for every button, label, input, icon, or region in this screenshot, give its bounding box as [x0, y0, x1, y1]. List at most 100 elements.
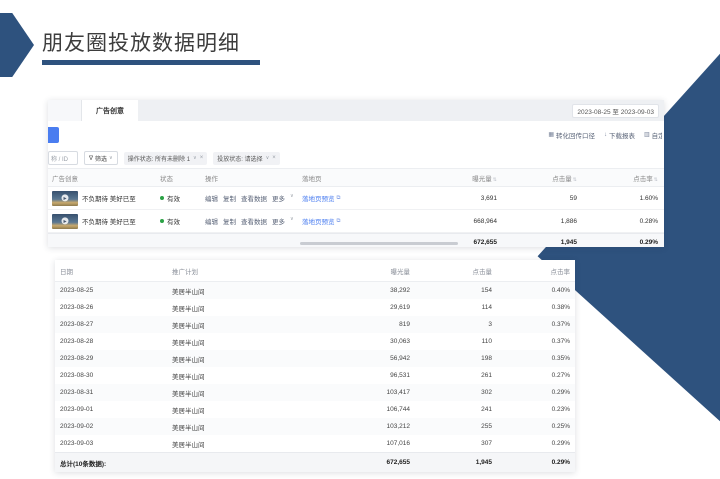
close-icon[interactable]: × [272, 155, 276, 161]
filter-tags: 操作状态: 所有未删除 1∨× 投放状态: 请选择∨× [124, 152, 280, 165]
op-more-link[interactable]: 更多 [272, 193, 285, 203]
exposure-cell: 103,417 [300, 389, 410, 396]
daily-total-exposure: 672,655 [300, 459, 410, 466]
ctr-cell: 0.37% [492, 338, 570, 345]
custom-columns-label: 自定 [652, 130, 662, 140]
tab-bar: 广告创意 2023-08-25 至 2023-09-03 [48, 100, 664, 121]
operations-cell: 编辑复制查看数据更多 ∨ [205, 193, 302, 203]
plan-cell: 美居半山间 [172, 354, 300, 364]
chevron-down-icon: ∨ [290, 193, 294, 203]
tab-stub[interactable] [48, 100, 82, 121]
tab-bar-fill: 2023-08-25 至 2023-09-03 [138, 100, 664, 121]
daily-data-panel: 日期推广计划曝光量点击量点击率 2023-08-25美居半山间38,292154… [55, 260, 575, 472]
op-view-data-link[interactable]: 查看数据 [241, 193, 267, 203]
status-cell: 有效 [160, 193, 205, 203]
status-label: 有效 [167, 193, 180, 203]
plan-cell: 美居半山间 [172, 371, 300, 381]
creative-cell: ▶不负期待 美好已至 [52, 214, 160, 229]
conversion-caliber-label: 转化回传口径 [556, 130, 595, 140]
chevron-down-icon: ∨ [109, 155, 113, 161]
daily-total-clicks: 1,945 [410, 459, 492, 466]
search-input[interactable]: 称 / ID [48, 151, 78, 165]
daily-table-body: 2023-08-25美居半山间38,2921540.40%2023-08-26美… [55, 282, 575, 452]
date-cell: 2023-08-30 [60, 372, 172, 379]
column-header-label: 操作 [205, 176, 218, 183]
column-header[interactable]: 曝光量⇅ [402, 173, 497, 183]
ctr-cell: 0.28% [577, 218, 658, 225]
exposure-cell: 107,016 [300, 440, 410, 447]
columns-icon: ▥ [644, 131, 650, 138]
tab-ad-creative[interactable]: 广告创意 [82, 100, 138, 121]
op-copy-link[interactable]: 复制 [223, 216, 236, 226]
table-row: 2023-08-29美居半山间56,9421980.35% [55, 350, 575, 367]
clicks-cell: 110 [410, 338, 492, 345]
column-header[interactable]: 落地页 [302, 173, 402, 183]
column-header-label: 点击量 [552, 176, 572, 183]
clicks-cell: 59 [497, 195, 577, 202]
clicks-cell: 302 [410, 389, 492, 396]
plan-cell: 美居半山间 [172, 303, 300, 313]
landing-page-link[interactable]: 落地页预览 [302, 193, 335, 203]
table-row: 2023-08-27美居半山间81930.37% [55, 316, 575, 333]
plan-cell: 美居半山间 [172, 320, 300, 330]
download-report-label: 下载报表 [609, 130, 635, 140]
op-edit-link[interactable]: 编辑 [205, 216, 218, 226]
filter-button[interactable]: ∇ 筛选 ∨ [84, 151, 118, 165]
date-cell: 2023-09-03 [60, 440, 172, 447]
sort-icon[interactable]: ⇅ [654, 177, 658, 183]
operations-cell: 编辑复制查看数据更多 ∨ [205, 216, 302, 226]
filter-tag[interactable]: 投放状态: 请选择∨× [213, 152, 280, 165]
chevron-down-icon: ∨ [193, 155, 197, 161]
column-header: 日期 [60, 266, 172, 276]
column-header-label: 广告创意 [52, 176, 78, 183]
ctr-cell: 0.23% [492, 406, 570, 413]
date-cell: 2023-09-02 [60, 423, 172, 430]
column-header-label: 曝光量 [472, 176, 492, 183]
clicks-cell: 154 [410, 287, 492, 294]
column-header[interactable]: 广告创意 [52, 173, 160, 183]
landing-page-link[interactable]: 落地页预览 [302, 216, 335, 226]
op-copy-link[interactable]: 复制 [223, 193, 236, 203]
conversion-caliber-button[interactable]: ▦ 转化回传口径 [548, 130, 595, 140]
ctr-cell: 0.29% [492, 440, 570, 447]
op-view-data-link[interactable]: 查看数据 [241, 216, 267, 226]
column-header[interactable]: 点击量⇅ [497, 173, 577, 183]
horizontal-scrollbar[interactable] [300, 242, 458, 245]
daily-table-total-row: 总计(10条数据): 672,655 1,945 0.29% [55, 452, 575, 472]
ctr-cell: 1.60% [577, 195, 658, 202]
status-dot [160, 219, 164, 223]
column-header[interactable]: 操作 [205, 173, 302, 183]
landing-page-cell: 落地页预览⧉ [302, 193, 402, 203]
op-more-link[interactable]: 更多 [272, 216, 285, 226]
date-range-picker[interactable]: 2023-08-25 至 2023-09-03 [572, 104, 659, 118]
grid-icon: ▦ [548, 131, 554, 138]
column-header[interactable]: 状态 [160, 173, 205, 183]
custom-columns-button[interactable]: ▥ 自定 [644, 130, 662, 140]
plan-cell: 美居半山间 [172, 405, 300, 415]
status-label: 有效 [167, 216, 180, 226]
exposure-cell: 103,212 [300, 423, 410, 430]
op-edit-link[interactable]: 编辑 [205, 193, 218, 203]
download-report-button[interactable]: ↓ 下载报表 [604, 130, 635, 140]
creative-thumbnail[interactable]: ▶ [52, 191, 78, 206]
close-icon[interactable]: × [200, 155, 204, 161]
filter-tag[interactable]: 操作状态: 所有未删除 1∨× [124, 152, 208, 165]
date-cell: 2023-08-31 [60, 389, 172, 396]
table-row: 2023-09-01美居半山间106,7442410.23% [55, 401, 575, 418]
new-button[interactable] [48, 127, 59, 143]
date-cell: 2023-08-27 [60, 321, 172, 328]
ad-table-body: ▶不负期待 美好已至有效编辑复制查看数据更多∨落地页预览⧉3,691591.60… [48, 187, 664, 233]
title-arrow-decoration [0, 13, 34, 77]
ctr-cell: 0.25% [492, 423, 570, 430]
toolbar-links: ▦ 转化回传口径 ↓ 下载报表 ▥ 自定 [548, 121, 662, 148]
column-header: 点击率 [492, 266, 570, 276]
creative-thumbnail[interactable]: ▶ [52, 214, 78, 229]
play-icon: ▶ [62, 217, 69, 224]
plan-cell: 美居半山间 [172, 286, 300, 296]
chevron-down-icon: ∨ [290, 216, 294, 226]
column-header[interactable]: 点击率⇅ [577, 173, 658, 183]
column-header: 点击量 [410, 266, 492, 276]
ctr-cell: 0.38% [492, 304, 570, 311]
clicks-cell: 114 [410, 304, 492, 311]
date-cell: 2023-08-25 [60, 287, 172, 294]
